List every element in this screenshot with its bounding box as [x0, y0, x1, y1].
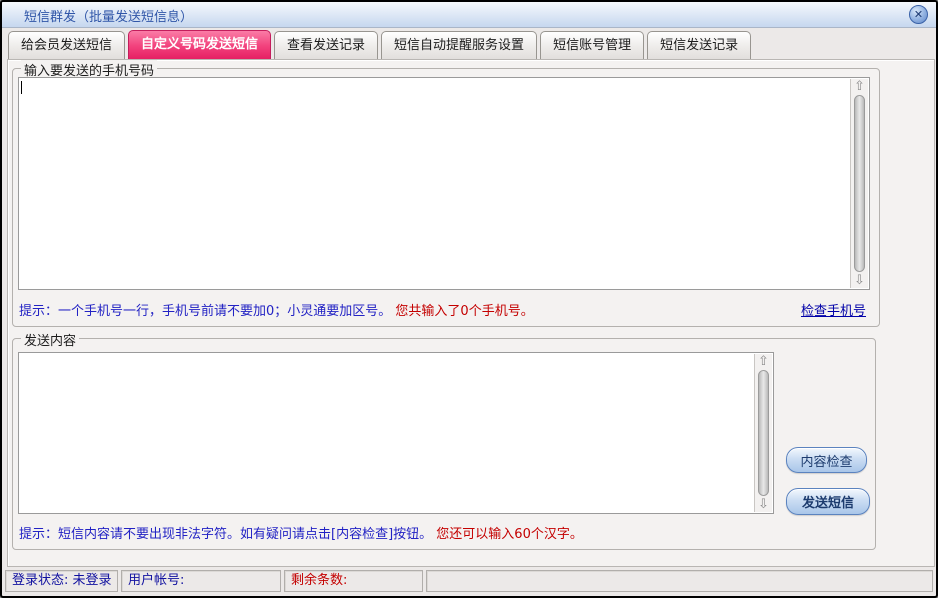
content-groupbox-title: 发送内容 — [21, 330, 79, 349]
login-status: 登录状态: 未登录 — [5, 570, 118, 592]
message-content-input[interactable]: ⇧ ⇩ — [18, 352, 774, 514]
content-scrollbar[interactable]: ⇧ ⇩ — [754, 354, 772, 512]
tab-member-send[interactable]: 给会员发送短信 — [8, 31, 125, 59]
title-bar: 短信群发（批量发送短信息） ✕ — [2, 2, 936, 28]
status-bar: 登录状态: 未登录 用户帐号: 剩余条数: — [5, 570, 933, 592]
scrollbar-thumb[interactable] — [758, 370, 769, 496]
tab-sms-send-records[interactable]: 短信发送记录 — [647, 31, 751, 59]
remaining-count-label: 剩余条数: — [284, 570, 423, 592]
scroll-down-icon[interactable]: ⇩ — [755, 497, 772, 512]
content-hint: 提示：短信内容请不要出现非法字符。如有疑问请点击[内容检查]按钮。 您还可以输入… — [19, 523, 583, 542]
scroll-down-icon[interactable]: ⇩ — [851, 273, 868, 288]
send-sms-button[interactable]: 发送短信 — [786, 488, 870, 515]
remaining-chars-text: 您还可以输入60个汉字。 — [436, 527, 583, 542]
window-title: 短信群发（批量发送短信息） — [24, 6, 193, 25]
phone-count-text: 您共输入了0个手机号。 — [395, 304, 533, 319]
check-phone-link[interactable]: 检查手机号 — [801, 300, 866, 319]
phone-scrollbar[interactable]: ⇧ ⇩ — [850, 79, 868, 288]
app-window: 短信群发（批量发送短信息） ✕ 给会员发送短信 自定义号码发送短信 查看发送记录… — [0, 0, 938, 598]
close-icon[interactable]: ✕ — [909, 5, 928, 24]
scrollbar-thumb[interactable] — [854, 95, 865, 272]
phone-hint-text: 提示：一个手机号一行，手机号前请不要加0；小灵通要加区号。 — [19, 304, 391, 319]
content-check-button[interactable]: 内容检查 — [786, 447, 867, 473]
phone-numbers-input[interactable]: ⇧ ⇩ — [18, 77, 870, 290]
scroll-up-icon[interactable]: ⇧ — [851, 79, 868, 94]
tab-custom-number-send[interactable]: 自定义号码发送短信 — [128, 30, 271, 59]
status-spacer — [426, 570, 933, 592]
tab-account-management[interactable]: 短信账号管理 — [540, 31, 644, 59]
tab-auto-reminder-settings[interactable]: 短信自动提醒服务设置 — [381, 31, 537, 59]
text-caret — [21, 81, 22, 94]
scroll-up-icon[interactable]: ⇧ — [755, 354, 772, 369]
phone-hint: 提示：一个手机号一行，手机号前请不要加0；小灵通要加区号。 您共输入了0个手机号… — [19, 300, 534, 319]
tab-view-send-records[interactable]: 查看发送记录 — [274, 31, 378, 59]
tab-bar: 给会员发送短信 自定义号码发送短信 查看发送记录 短信自动提醒服务设置 短信账号… — [8, 31, 754, 59]
user-account-label: 用户帐号: — [121, 570, 281, 592]
content-hint-text: 提示：短信内容请不要出现非法字符。如有疑问请点击[内容检查]按钮。 — [19, 527, 432, 542]
